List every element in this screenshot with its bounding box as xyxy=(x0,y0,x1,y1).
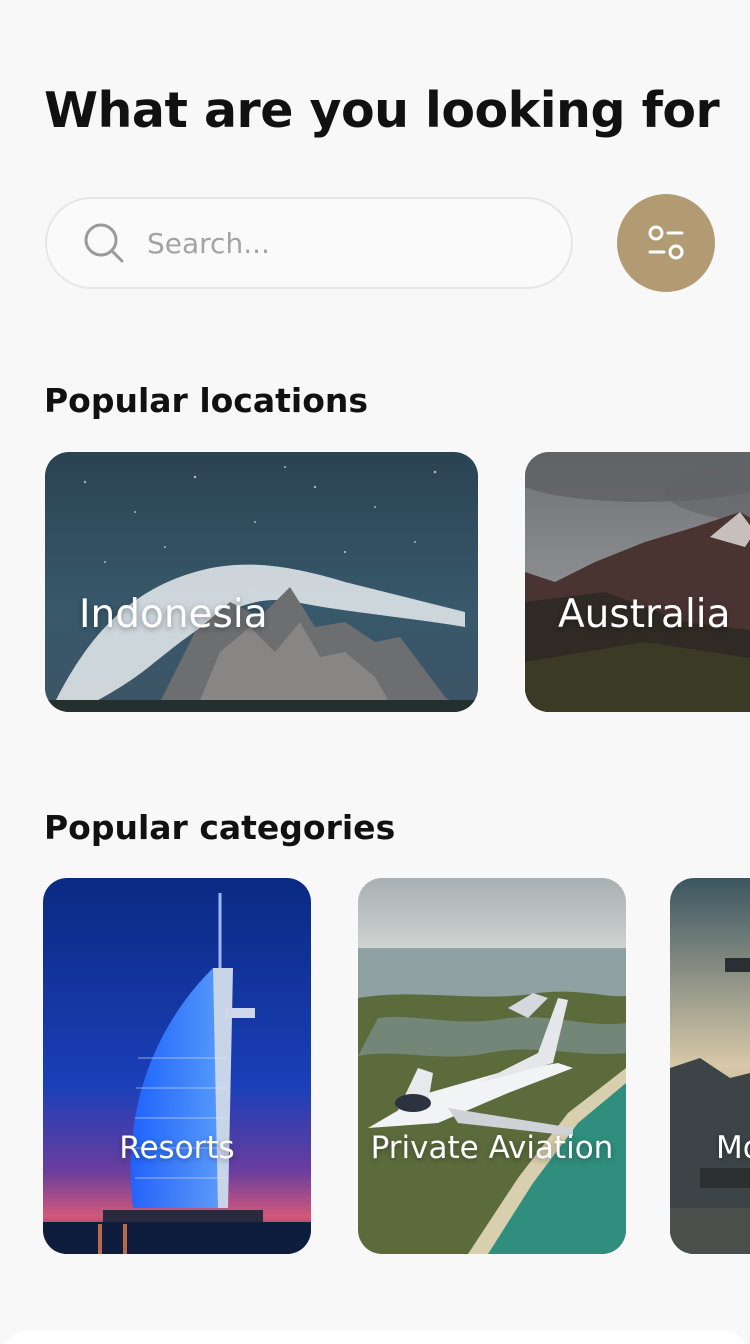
filter-button[interactable] xyxy=(617,194,715,292)
category-image xyxy=(358,878,626,1254)
location-card-indonesia[interactable]: Indonesia xyxy=(45,452,478,712)
category-label: Mo xyxy=(716,1130,750,1166)
search-icon xyxy=(84,223,124,263)
search-input[interactable] xyxy=(147,226,527,260)
popular-locations-title: Popular locations xyxy=(44,381,369,420)
location-card-australia[interactable]: Australia xyxy=(525,452,750,712)
category-label: Resorts xyxy=(119,1130,235,1166)
search-bar[interactable] xyxy=(45,197,573,289)
location-label: Indonesia xyxy=(79,592,268,637)
category-card-mo[interactable]: Mo xyxy=(670,878,750,1254)
category-label: Private Aviation xyxy=(370,1130,614,1166)
popular-categories-title: Popular categories xyxy=(44,808,396,847)
location-image xyxy=(525,452,750,712)
category-card-resorts[interactable]: Resorts xyxy=(43,878,311,1254)
location-image xyxy=(45,452,478,712)
category-image xyxy=(43,878,311,1254)
bottom-sheet-edge xyxy=(0,1330,750,1344)
location-label: Australia xyxy=(558,592,731,637)
filter-sliders-icon xyxy=(648,225,684,260)
category-card-private-aviation[interactable]: Private Aviation xyxy=(358,878,626,1254)
category-image xyxy=(670,878,750,1254)
page-title: What are you looking for xyxy=(44,82,720,139)
explore-screen: What are you looking for Popular locatio… xyxy=(0,0,750,1344)
